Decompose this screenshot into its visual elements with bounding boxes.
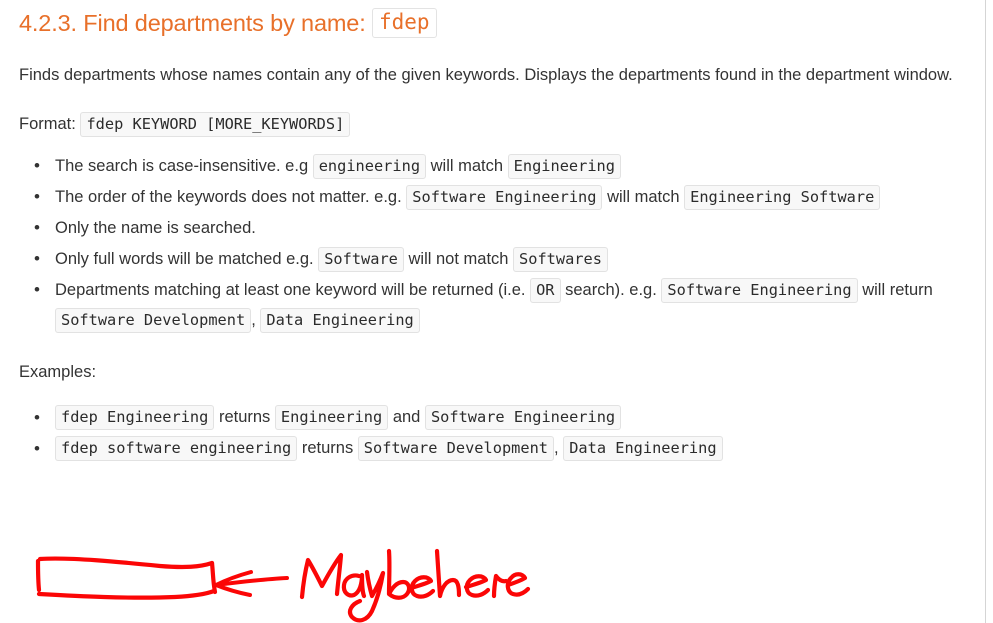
examples-label: Examples: [19,362,97,381]
note-text-1: Only the name is searched. [55,218,256,237]
note-code-2: Softwares [513,246,608,272]
note-text-2: search). e.g. [565,280,657,299]
example-separator: , [554,439,559,458]
notes-list: The search is case-insensitive. e.g engi… [19,151,969,336]
format-code: fdep KEYWORD [MORE_KEYWORDS] [80,111,351,137]
note-text-1: The order of the keywords does not matte… [55,187,402,206]
note-code-2: Engineering Software [684,184,881,210]
heading-command-code: fdep [372,8,437,38]
intro-paragraph: Finds departments whose names contain an… [19,65,953,84]
example-text-2: and [392,407,421,426]
note-text-3: will return [862,280,933,299]
example-text-1: returns [301,439,354,458]
section-number: 4.2.3. [19,10,77,36]
list-item: fdep software engineering returns Softwa… [34,433,969,464]
note-code-2: Engineering [507,153,621,179]
page-title: 4.2.3. Find departments by name: fdep [19,0,969,39]
note-text-2: will not match [408,249,509,268]
note-text-1: The search is case-insensitive. e.g [55,156,309,175]
list-item: Only full words will be matched e.g. Sof… [34,244,969,275]
format-label: Format: [19,114,76,133]
list-item: Only the name is searched. [34,213,969,244]
example-command-1: fdep Engineering [55,404,215,430]
example-command-2: fdep software engineering [55,436,298,462]
note-text-2: will match [607,187,680,206]
note-text-1: Departments matching at least one keywor… [55,280,526,299]
note-code-4: Data Engineering [260,308,420,334]
example-result-2a: Software Development [357,436,554,462]
example-text-1: returns [218,407,271,426]
format-line: Format: fdep KEYWORD [MORE_KEYWORDS] [19,109,969,139]
note-code-1: Software [318,246,404,272]
list-item: Departments matching at least one keywor… [34,275,969,336]
note-code-2: Software Engineering [661,277,858,303]
list-item: The order of the keywords does not matte… [34,182,969,213]
note-code-1: engineering [312,153,427,179]
section-title-text: Find departments by name: [83,10,366,36]
note-code-1: Software Engineering [406,184,603,210]
example-result-1b: Software Engineering [424,404,622,430]
examples-list: fdep Engineering returns Engineering and… [19,402,969,464]
note-text-1: Only full words will be matched e.g. [55,249,314,268]
example-result-1a: Engineering [274,404,389,430]
note-text-2: will match [430,156,504,175]
document-content-pane: 4.2.3. Find departments by name: fdep Fi… [0,0,986,623]
list-item: The search is case-insensitive. e.g engi… [34,151,969,182]
note-code-1: OR [530,277,561,303]
example-result-2b: Data Engineering [563,436,723,462]
note-code-3: Software Development [55,308,252,334]
list-item: fdep Engineering returns Engineering and… [34,402,969,433]
note-separator: , [251,311,256,330]
